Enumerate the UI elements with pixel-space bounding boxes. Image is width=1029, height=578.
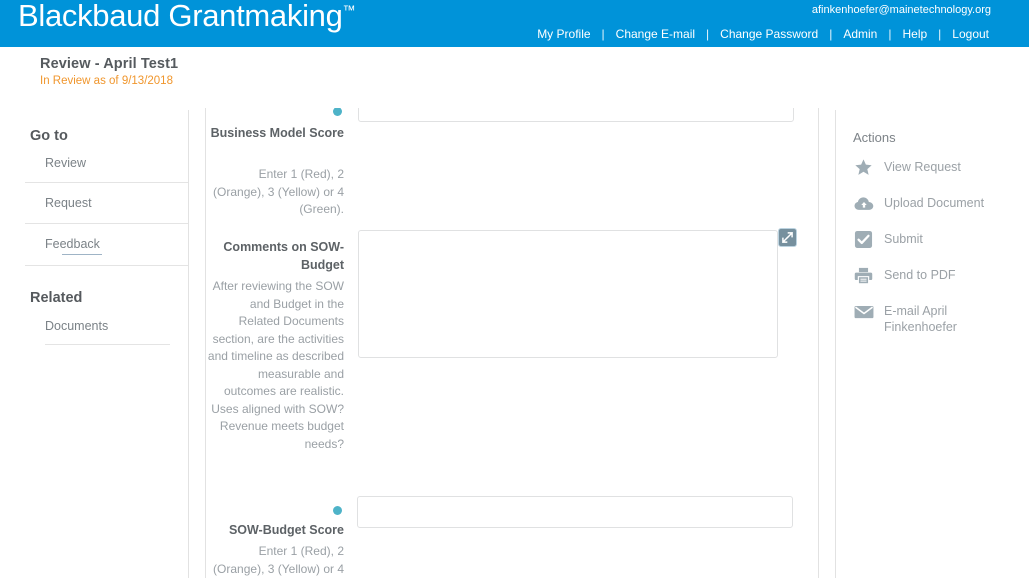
sidebar-divider — [45, 344, 170, 345]
sidebar-divider — [25, 265, 188, 266]
actions-panel: Actions View Request Upload Document Sub… — [836, 110, 1029, 578]
status-badge: In Review as of 9/13/2018 — [40, 75, 173, 87]
sidebar-right-rule — [188, 110, 189, 578]
envelope-icon — [853, 301, 874, 322]
cloud-upload-icon — [853, 193, 874, 214]
left-sidebar: Go to Review Request Feedback Related Do… — [0, 110, 188, 578]
form-right-rule — [818, 108, 819, 578]
sidebar-divider — [25, 223, 188, 224]
actions-panel-title: Actions — [853, 130, 896, 145]
sidebar-section-related-title: Related — [30, 290, 83, 306]
field-label-business-model-score: Business Model Score — [210, 126, 344, 140]
sidebar-item-request[interactable]: Request — [45, 196, 92, 210]
nav-change-email[interactable]: Change E-mail — [614, 27, 697, 41]
account-email-label: afinkenhoefer@mainetechnology.org — [811, 4, 991, 16]
feedback-underline-artifact — [62, 254, 102, 255]
field-help-comments-sow-budget: After reviewing the SOW and Budget in th… — [207, 279, 344, 451]
nav-separator: | — [601, 27, 605, 41]
page-title-block: Review - April Test1 In Review as of 9/1… — [40, 56, 178, 87]
action-email-reviewer[interactable]: E-mail April Finkenhoefer — [853, 301, 1023, 335]
input-business-model-score[interactable] — [358, 108, 794, 122]
nav-my-profile[interactable]: My Profile — [535, 27, 592, 41]
nav-admin[interactable]: Admin — [841, 27, 879, 41]
sidebar-item-documents[interactable]: Documents — [45, 319, 108, 333]
action-view-request[interactable]: View Request — [853, 157, 1023, 178]
action-upload-document[interactable]: Upload Document — [853, 193, 1023, 214]
field-label-comments-sow-budget: Comments on SOW-Budget — [223, 240, 344, 272]
action-submit[interactable]: Submit — [853, 229, 1023, 250]
input-sow-budget-score[interactable] — [357, 496, 793, 528]
action-label: Upload Document — [884, 196, 985, 210]
brand-text: Blackbaud Grantmaking — [18, 0, 343, 33]
nav-separator: | — [706, 27, 710, 41]
textarea-comments-sow-budget[interactable] — [358, 230, 778, 358]
action-label: E-mail April Finkenhoefer — [884, 304, 957, 334]
nav-logout[interactable]: Logout — [950, 27, 991, 41]
action-label: View Request — [884, 160, 961, 174]
action-label: Send to PDF — [884, 268, 956, 282]
sidebar-item-review[interactable]: Review — [45, 156, 86, 170]
page-title: Review - April Test1 — [40, 56, 179, 72]
sidebar-section-goto-title: Go to — [30, 128, 68, 144]
required-indicator — [333, 108, 342, 116]
action-send-to-pdf[interactable]: Send to PDF — [853, 265, 1023, 286]
sidebar-item-feedback[interactable]: Feedback — [45, 237, 100, 251]
app-brand-logo: Blackbaud Grantmaking™ — [18, 0, 356, 34]
field-help-business-model-score: Enter 1 (Red), 2 (Orange), 3 (Yellow) or… — [213, 167, 344, 216]
top-navigation: My Profile | Change E-mail | Change Password… — [535, 27, 991, 41]
required-indicator — [333, 506, 342, 515]
nav-change-password[interactable]: Change Password — [718, 27, 820, 41]
expand-textarea-icon[interactable] — [778, 228, 797, 247]
action-label: Submit — [884, 232, 923, 246]
sidebar-divider — [25, 182, 188, 183]
review-form: Business Model Score Enter 1 (Red), 2 (O… — [206, 108, 818, 578]
field-label-sow-budget-score: SOW-Budget Score — [228, 523, 344, 537]
checkbox-icon — [853, 229, 874, 250]
app-header: Blackbaud Grantmaking™ afinkenhoefer@mai… — [0, 0, 1029, 47]
nav-separator: | — [888, 27, 892, 41]
nav-separator: | — [829, 27, 833, 41]
nav-help[interactable]: Help — [900, 27, 929, 41]
nav-separator: | — [938, 27, 942, 41]
star-icon — [853, 157, 874, 178]
trademark-symbol: ™ — [342, 2, 356, 18]
field-help-sow-budget-score: Enter 1 (Red), 2 (Orange), 3 (Yellow) or… — [213, 544, 344, 576]
printer-icon — [853, 265, 874, 286]
